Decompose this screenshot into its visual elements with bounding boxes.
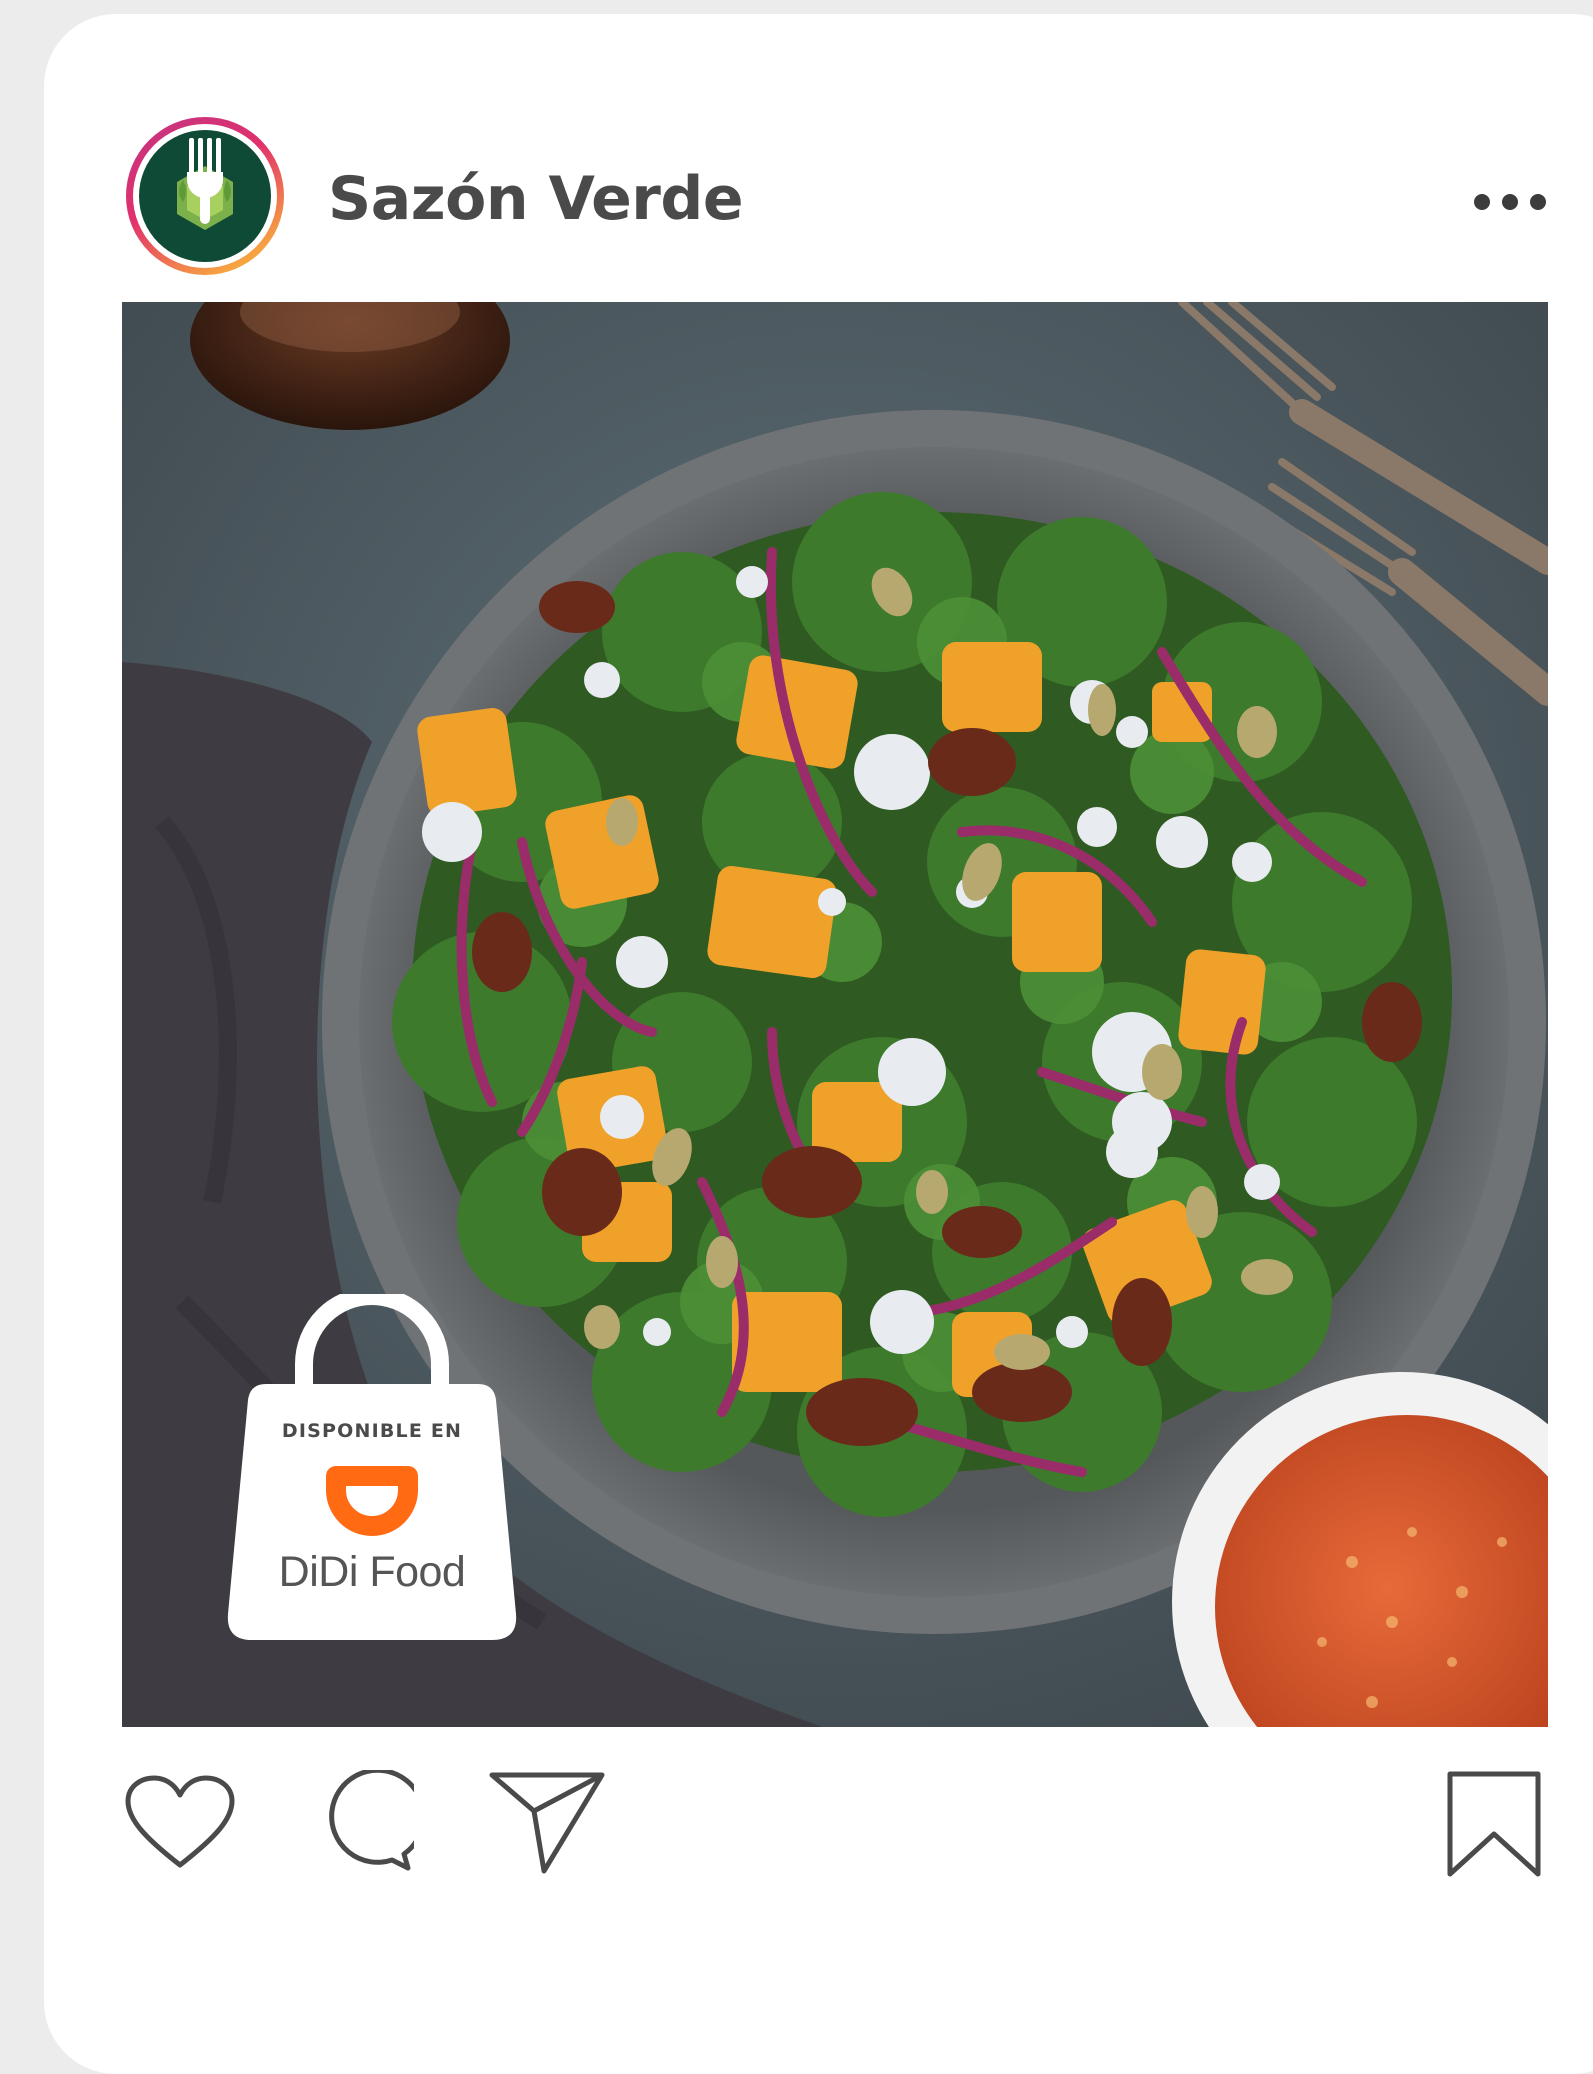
shopping-bag-icon bbox=[295, 1294, 449, 1394]
heart-icon bbox=[125, 1775, 235, 1868]
more-options-button[interactable] bbox=[1462, 176, 1558, 228]
like-button[interactable] bbox=[124, 1775, 236, 1871]
send-icon bbox=[489, 1772, 605, 1874]
more-dot bbox=[1502, 194, 1518, 210]
comment-icon bbox=[329, 1770, 414, 1871]
didi-food-badge[interactable]: DISPONIBLE EN DiDi Food bbox=[226, 1294, 518, 1640]
badge-brand: DiDi Food bbox=[278, 1548, 466, 1596]
bookmark-icon bbox=[1447, 1771, 1541, 1877]
share-button[interactable] bbox=[488, 1771, 606, 1875]
more-horizontal-icon bbox=[1474, 194, 1490, 210]
more-dot bbox=[1530, 194, 1546, 210]
account-avatar[interactable] bbox=[123, 114, 287, 278]
save-button[interactable] bbox=[1446, 1770, 1542, 1880]
account-name[interactable]: Sazón Verde bbox=[328, 158, 744, 240]
badge-label: DISPONIBLE EN bbox=[281, 1420, 463, 1442]
comment-button[interactable] bbox=[312, 1770, 414, 1872]
